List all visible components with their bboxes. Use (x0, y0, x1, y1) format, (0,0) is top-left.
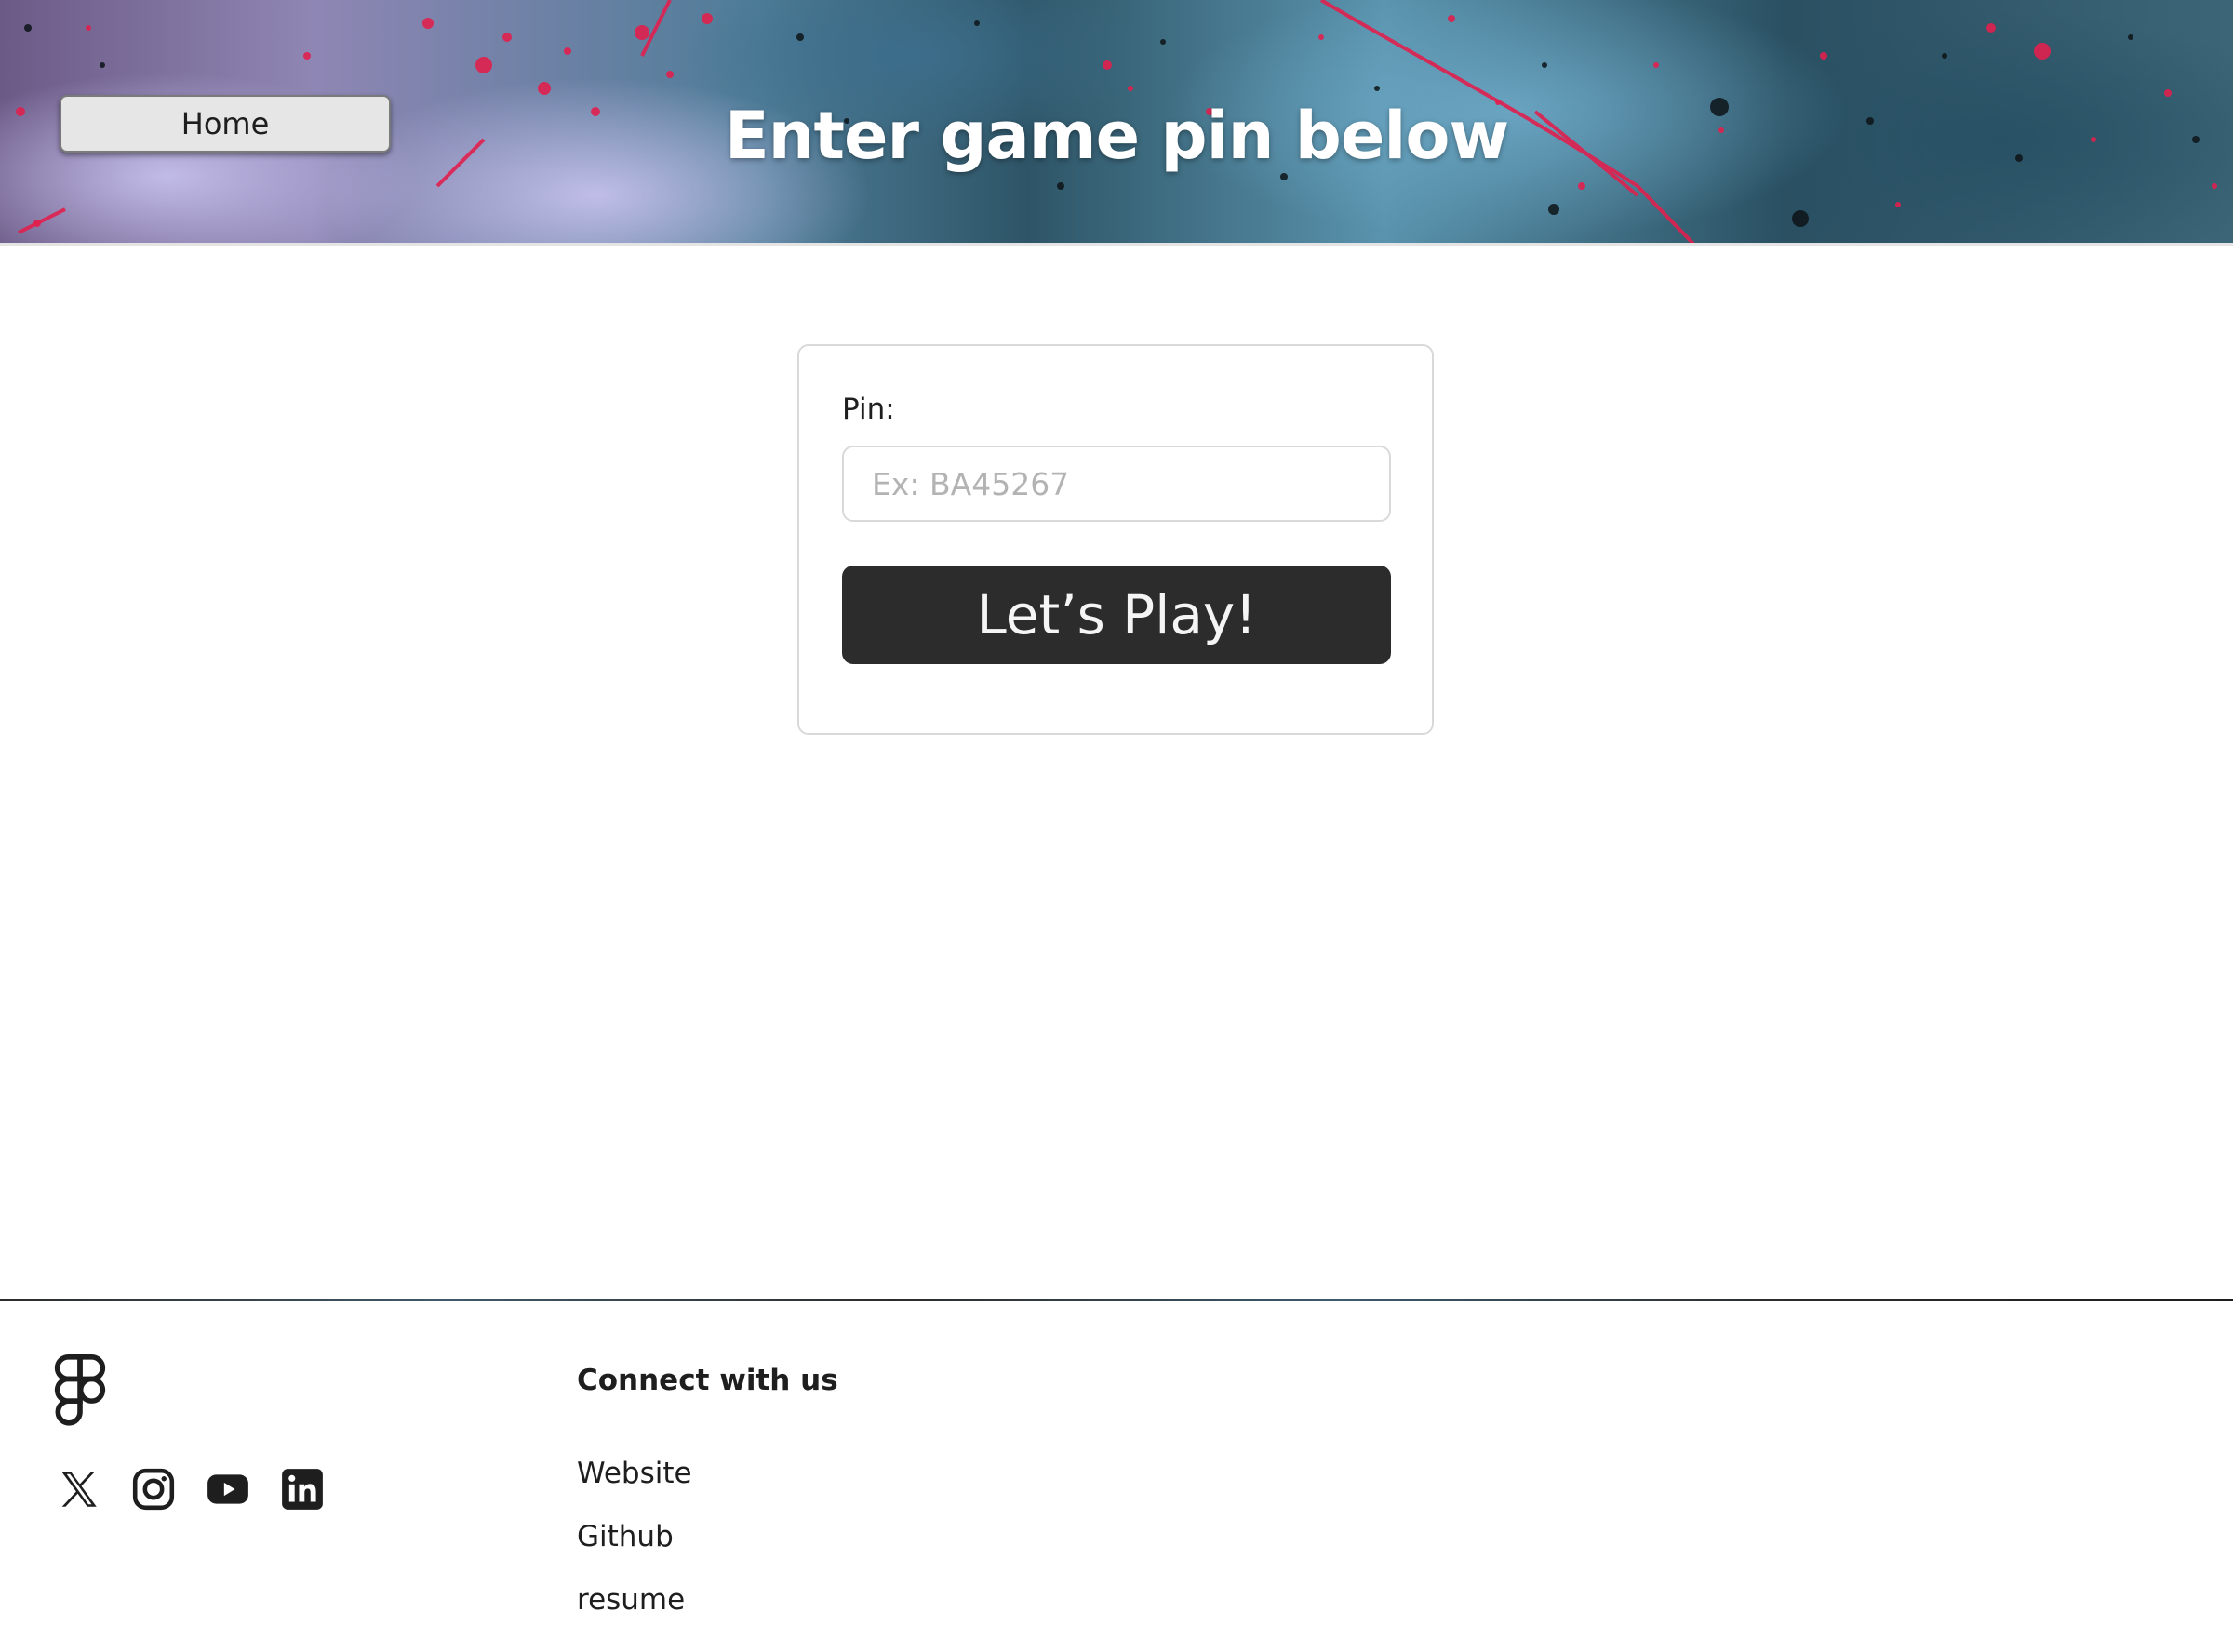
figma-logo-icon (54, 1354, 106, 1426)
x-icon[interactable] (56, 1466, 102, 1512)
pin-entry-card: Pin: Let’s Play! (797, 344, 1434, 735)
page-title: Enter game pin below (724, 98, 1509, 174)
instagram-icon[interactable] (130, 1466, 177, 1512)
footer-link-github[interactable]: Github (577, 1520, 674, 1553)
header-banner: Home Enter game pin below (0, 0, 2233, 246)
linkedin-icon[interactable] (279, 1466, 326, 1512)
lets-play-button[interactable]: Let’s Play! (842, 566, 1391, 664)
lets-play-button-label: Let’s Play! (976, 583, 1257, 646)
footer-link-resume[interactable]: resume (577, 1583, 685, 1617)
footer-link-website[interactable]: Website (577, 1457, 692, 1490)
pin-label: Pin: (842, 393, 895, 426)
pin-input[interactable] (842, 446, 1391, 522)
footer-divider (0, 1299, 2233, 1301)
footer-heading: Connect with us (577, 1364, 838, 1397)
social-links (56, 1466, 326, 1512)
youtube-icon[interactable] (205, 1466, 251, 1512)
